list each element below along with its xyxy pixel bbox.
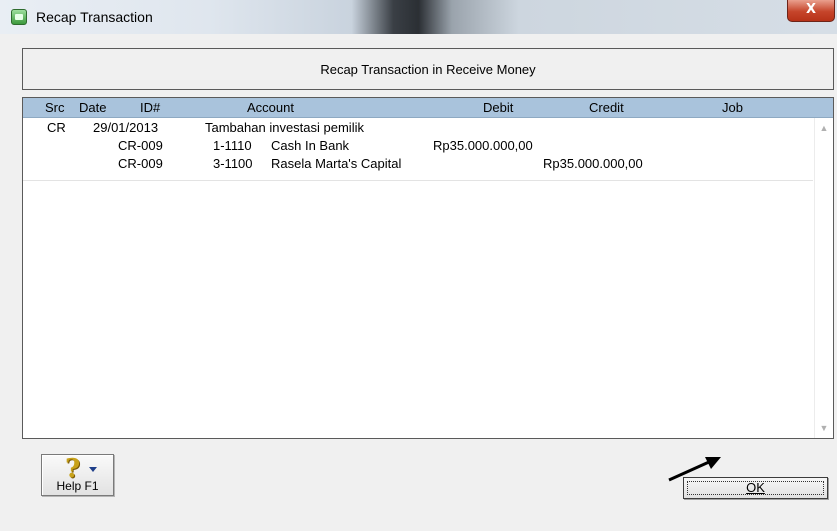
help-button-label: Help F1 [56, 479, 99, 493]
table-row[interactable]: CR-009 3-1100 Rasela Marta's Capital Rp3… [23, 156, 813, 174]
row-account: Rasela Marta's Capital [271, 156, 402, 171]
row-account-number: 3-1100 [213, 156, 253, 171]
scroll-up-icon[interactable]: ▲ [819, 123, 829, 133]
header-panel: Recap Transaction in Receive Money [22, 48, 834, 90]
row-id: CR-009 [118, 138, 163, 153]
row-src: CR [47, 120, 66, 135]
column-debit[interactable]: Debit [483, 100, 513, 115]
dropdown-arrow-icon [89, 467, 97, 472]
ok-button-label: OK [746, 480, 765, 495]
row-account: Cash In Bank [271, 138, 350, 153]
row-divider [23, 180, 813, 181]
column-job[interactable]: Job [722, 100, 743, 115]
column-id[interactable]: ID# [140, 100, 160, 115]
scroll-down-icon[interactable]: ▼ [819, 423, 829, 433]
row-date: 29/01/2013 [93, 120, 159, 135]
transaction-grid[interactable]: Src Date ID# Account Debit Credit Job CR… [22, 97, 834, 439]
header-title: Recap Transaction in Receive Money [320, 62, 536, 77]
row-account: Tambahan investasi pemilik [205, 120, 364, 135]
row-credit: Rp35.000.000,00 [543, 156, 643, 171]
row-debit: Rp35.000.000,00 [433, 138, 533, 153]
column-account[interactable]: Account [247, 100, 294, 115]
window-title: Recap Transaction [36, 9, 153, 25]
vertical-scrollbar[interactable]: ▲ ▼ [814, 118, 833, 438]
column-date[interactable]: Date [79, 100, 106, 115]
grid-header: Src Date ID# Account Debit Credit Job [23, 98, 833, 118]
row-account-number: 1-1110 [213, 138, 252, 153]
recap-app-icon [11, 9, 27, 25]
table-row[interactable]: CR-009 1-1110 Cash In Bank Rp35.000.000,… [23, 138, 813, 156]
column-credit[interactable]: Credit [589, 100, 624, 115]
title-bar[interactable]: Recap Transaction X [0, 0, 837, 34]
column-src[interactable]: Src [45, 100, 65, 115]
row-id: CR-009 [118, 156, 163, 171]
close-button[interactable]: X [787, 0, 835, 22]
window-bottom-edge [0, 521, 837, 531]
recap-transaction-window: Recap Transaction X Recap Transaction in… [0, 0, 837, 531]
ok-button[interactable]: OK [683, 477, 828, 499]
help-button[interactable]: ? Help F1 [41, 454, 114, 496]
table-row[interactable]: CR 29/01/2013 Tambahan investasi pemilik [23, 120, 813, 138]
